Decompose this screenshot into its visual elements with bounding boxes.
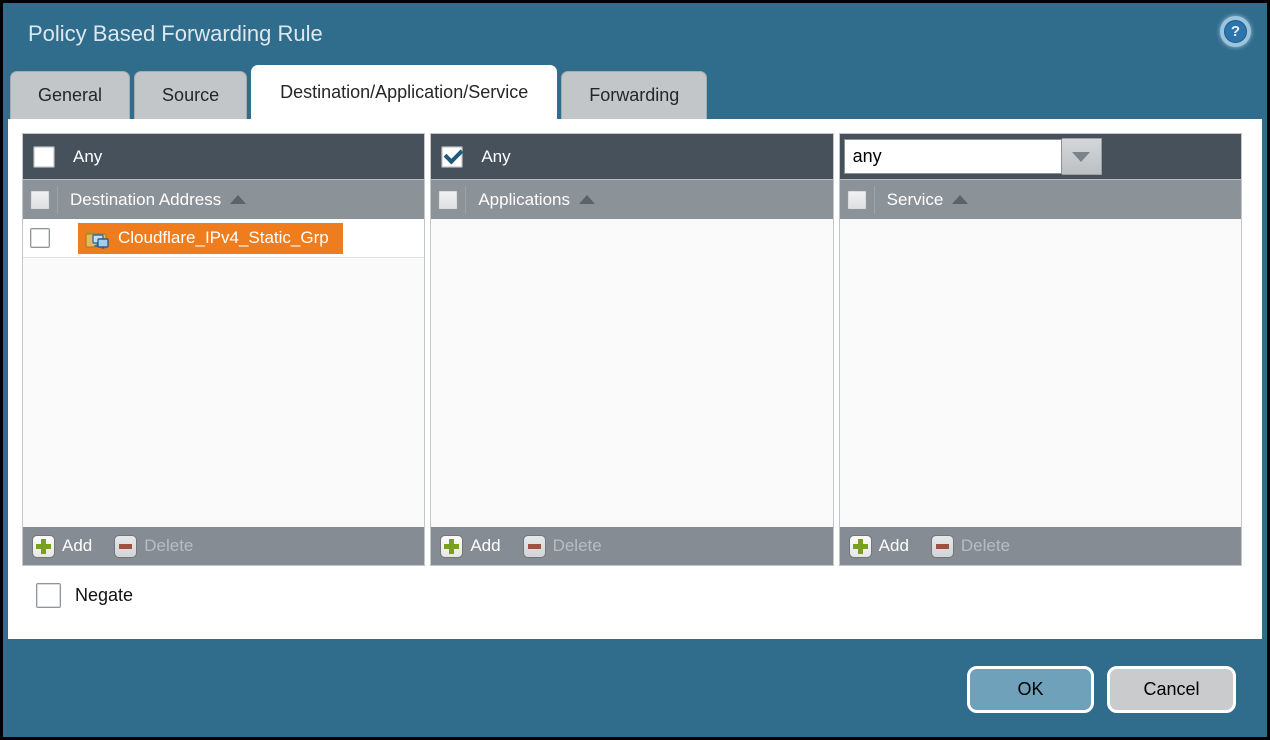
delete-label: Delete — [961, 536, 1010, 556]
tab-forwarding-label: Forwarding — [589, 85, 679, 106]
tab-destination-application-service[interactable]: Destination/Application/Service — [251, 65, 557, 119]
delete-minus-icon — [114, 535, 137, 558]
row-checkbox[interactable] — [30, 228, 50, 248]
applications-column-header[interactable]: Applications — [465, 186, 832, 214]
add-label: Add — [470, 536, 500, 556]
destination-delete-button[interactable]: Delete — [114, 535, 193, 558]
service-dropdown-button[interactable] — [1062, 138, 1102, 175]
cancel-button[interactable]: Cancel — [1107, 666, 1236, 713]
service-column-header[interactable]: Service — [874, 186, 1241, 214]
service-panel: Service Add Delete — [839, 133, 1242, 566]
tab-source-label: Source — [162, 85, 219, 106]
address-group-icon — [85, 228, 110, 249]
delete-label: Delete — [553, 536, 602, 556]
delete-minus-icon — [523, 535, 546, 558]
negate-row: Negate — [8, 566, 1262, 608]
add-label: Add — [879, 536, 909, 556]
delete-minus-icon — [931, 535, 954, 558]
destination-any-label: Any — [73, 147, 102, 167]
dialog-titlebar: Policy Based Forwarding Rule ? — [3, 3, 1267, 65]
help-icon-glyph: ? — [1224, 20, 1247, 43]
sort-ascending-icon — [579, 195, 595, 204]
applications-add-button[interactable]: Add — [440, 535, 500, 558]
destination-column-header[interactable]: Destination Address — [57, 186, 424, 214]
chevron-down-icon — [1072, 152, 1090, 162]
applications-any-checkbox[interactable] — [441, 146, 463, 168]
destination-select-all-checkbox[interactable] — [30, 190, 50, 210]
delete-label: Delete — [144, 536, 193, 556]
sort-ascending-icon — [952, 195, 968, 204]
tab-destination-label: Destination/Application/Service — [280, 82, 528, 103]
service-add-button[interactable]: Add — [849, 535, 909, 558]
dialog-title: Policy Based Forwarding Rule — [28, 21, 323, 47]
destination-address-panel: Any Destination Address — [22, 133, 425, 566]
tab-forwarding[interactable]: Forwarding — [561, 71, 707, 119]
dialog-footer: OK Cancel — [3, 639, 1267, 737]
help-icon[interactable]: ? — [1220, 16, 1251, 47]
add-plus-icon — [849, 535, 872, 558]
ok-button[interactable]: OK — [967, 666, 1094, 713]
negate-label: Negate — [75, 585, 133, 606]
tab-bar: General Source Destination/Application/S… — [3, 65, 1267, 119]
negate-checkbox[interactable] — [36, 583, 61, 608]
destination-add-button[interactable]: Add — [32, 535, 92, 558]
table-row[interactable]: Cloudflare_IPv4_Static_Grp — [23, 219, 424, 258]
tab-source[interactable]: Source — [134, 71, 247, 119]
add-plus-icon — [440, 535, 463, 558]
policy-forwarding-dialog: Policy Based Forwarding Rule ? General S… — [0, 0, 1270, 740]
applications-column-header-label: Applications — [478, 190, 570, 210]
selected-address-group-chip[interactable]: Cloudflare_IPv4_Static_Grp — [78, 223, 343, 254]
applications-any-label: Any — [481, 147, 510, 167]
tab-general[interactable]: General — [10, 71, 130, 119]
service-column-header-label: Service — [887, 190, 944, 210]
service-dropdown-input[interactable] — [844, 139, 1062, 174]
address-group-name: Cloudflare_IPv4_Static_Grp — [118, 228, 329, 248]
applications-panel: Any Applications Add — [430, 133, 833, 566]
destination-address-list: Cloudflare_IPv4_Static_Grp — [23, 219, 424, 527]
applications-delete-button[interactable]: Delete — [523, 535, 602, 558]
applications-select-all-checkbox[interactable] — [438, 190, 458, 210]
applications-list — [431, 219, 832, 527]
add-label: Add — [62, 536, 92, 556]
tab-content: Any Destination Address — [8, 119, 1262, 639]
service-dropdown — [844, 138, 1102, 175]
service-list — [840, 219, 1241, 527]
destination-column-header-label: Destination Address — [70, 190, 221, 210]
add-plus-icon — [32, 535, 55, 558]
service-delete-button[interactable]: Delete — [931, 535, 1010, 558]
service-select-all-checkbox[interactable] — [847, 190, 867, 210]
destination-any-checkbox[interactable] — [33, 146, 55, 168]
sort-ascending-icon — [230, 195, 246, 204]
tab-general-label: General — [38, 85, 102, 106]
